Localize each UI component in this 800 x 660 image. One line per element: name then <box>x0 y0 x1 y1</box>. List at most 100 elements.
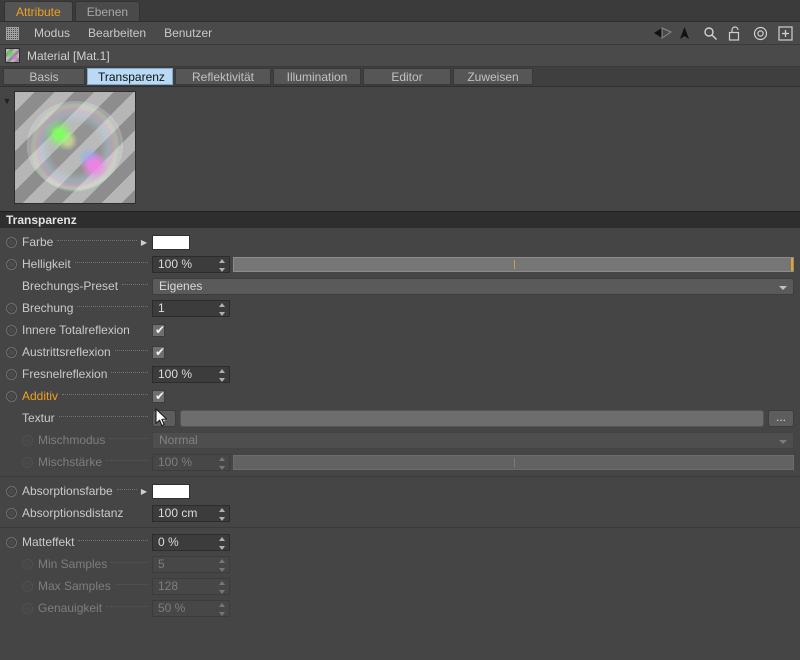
section-tab-row: Basis Transparenz Reflektivität Illumina… <box>0 67 800 87</box>
animation-track-icon[interactable] <box>6 507 17 519</box>
section-divider <box>0 476 800 477</box>
texture-menu-button[interactable] <box>152 409 176 427</box>
input-max-samples[interactable]: 128 <box>152 577 230 595</box>
input-fresnelreflexion[interactable]: 100 % <box>152 365 230 383</box>
target-icon[interactable] <box>753 26 769 42</box>
expand-arrow-icon[interactable]: ▶ <box>141 487 147 496</box>
dropdown-mischmodus[interactable]: Normal <box>152 431 794 449</box>
color-swatch-absorptionsfarbe[interactable] <box>152 483 190 499</box>
input-matteffekt[interactable]: 0 % <box>152 533 230 551</box>
stepper-absorptionsdistanz[interactable] <box>218 507 225 521</box>
input-mischstaerke[interactable]: 100 % <box>152 453 230 471</box>
menu-icon-group <box>653 22 794 45</box>
tab-reflektivitaet[interactable]: Reflektivität <box>175 68 271 85</box>
stepper-helligkeit[interactable] <box>218 258 225 272</box>
label-helligkeit: Helligkeit <box>22 257 71 271</box>
label-cell-genauigkeit: Genauigkeit <box>6 601 152 615</box>
input-genauigkeit[interactable]: 50 % <box>152 599 230 617</box>
animation-track-icon[interactable] <box>6 390 17 402</box>
value-genauigkeit: 50 % <box>158 601 186 615</box>
stepper-mischstaerke[interactable] <box>218 456 225 470</box>
label-cell-mischmodus: Mischmodus <box>6 433 152 447</box>
row-min-samples: Min Samples 5 <box>0 553 800 575</box>
tab-basis[interactable]: Basis <box>3 68 85 85</box>
animation-track-icon[interactable] <box>6 346 17 358</box>
label-additiv: Additiv <box>22 389 59 403</box>
slider-tick <box>513 457 515 467</box>
slider-mischstaerke[interactable] <box>233 454 794 470</box>
input-brechung[interactable]: 1 <box>152 299 230 317</box>
tab-editor[interactable]: Editor <box>363 68 451 85</box>
value-helligkeit: 100 % <box>158 257 193 271</box>
menu-item-bearbeiten[interactable]: Bearbeiten <box>79 22 155 45</box>
row-absorptionsdistanz: Absorptionsdistanz 100 cm <box>0 502 800 524</box>
checkbox-austrittsreflexion[interactable]: ✔ <box>152 345 165 359</box>
menu-item-modus[interactable]: Modus <box>25 22 79 45</box>
search-icon[interactable] <box>703 26 719 42</box>
dot-leader <box>122 284 148 285</box>
color-swatch-farbe[interactable] <box>152 234 190 250</box>
row-helligkeit: Helligkeit 100 % <box>0 253 800 275</box>
tab-zuweisen[interactable]: Zuweisen <box>453 68 533 85</box>
plus-box-icon[interactable] <box>778 25 794 42</box>
input-absorptionsdistanz[interactable]: 100 cm <box>152 504 230 522</box>
dot-leader <box>114 584 148 585</box>
stepper-brechung[interactable] <box>218 302 225 316</box>
label-min-samples: Min Samples <box>38 557 108 571</box>
animation-track-icon[interactable] <box>22 580 33 592</box>
animation-track-icon[interactable] <box>22 558 33 570</box>
triangle-down-icon[interactable]: ▼ <box>0 91 14 108</box>
stepper-fresnelreflexion[interactable] <box>218 368 225 382</box>
label-cell-min-samples: Min Samples <box>6 557 152 571</box>
label-absorptionsdistanz: Absorptionsdistanz <box>22 506 124 520</box>
stepper-max-samples[interactable] <box>218 580 225 594</box>
animation-track-icon[interactable] <box>6 258 17 270</box>
label-farbe: Farbe <box>22 235 54 249</box>
tab-transparenz[interactable]: Transparenz <box>87 68 173 85</box>
animation-track-icon[interactable] <box>6 368 17 380</box>
stepper-matteffekt[interactable] <box>218 536 225 550</box>
label-absorptionsfarbe: Absorptionsfarbe <box>22 484 113 498</box>
label-cell-fresnelreflexion: Fresnelreflexion <box>6 367 152 381</box>
value-mischstaerke: 100 % <box>158 455 193 469</box>
input-min-samples[interactable]: 5 <box>152 555 230 573</box>
animation-track-icon[interactable] <box>6 302 17 314</box>
object-title-bar: Material [Mat.1] <box>0 45 800 67</box>
lock-open-icon[interactable] <box>728 25 744 42</box>
stepper-min-samples[interactable] <box>218 558 225 572</box>
label-cell-brechungs-preset: Brechungs-Preset <box>6 279 152 293</box>
animation-track-icon[interactable] <box>6 485 17 497</box>
animation-track-icon[interactable] <box>6 536 17 548</box>
expand-arrow-icon[interactable]: ▶ <box>141 238 147 247</box>
label-cell-additiv: Additiv <box>6 389 152 403</box>
tab-illumination[interactable]: Illumination <box>273 68 361 85</box>
slider-handle[interactable] <box>791 257 793 271</box>
input-helligkeit[interactable]: 100 % <box>152 255 230 273</box>
animation-track-icon[interactable] <box>6 236 17 248</box>
grip-dots-icon[interactable] <box>6 26 19 40</box>
dot-leader <box>114 350 148 351</box>
value-matteffekt: 0 % <box>158 535 179 549</box>
animation-track-icon[interactable] <box>22 602 33 614</box>
chevron-down-icon <box>779 439 787 444</box>
material-preview[interactable] <box>14 91 136 204</box>
tab-ebenen[interactable]: Ebenen <box>74 1 141 21</box>
tab-attribute[interactable]: Attribute <box>4 1 73 21</box>
dot-leader <box>74 262 148 263</box>
checkbox-additiv[interactable]: ✔ <box>152 389 165 403</box>
input-textur-path[interactable] <box>180 409 764 427</box>
up-arrow-icon[interactable] <box>678 26 694 42</box>
animation-track-icon[interactable] <box>22 434 33 446</box>
row-brechungs-preset: Brechungs-Preset Eigenes <box>0 275 800 297</box>
back-arrow-icon[interactable] <box>653 26 673 42</box>
dropdown-brechungs-preset[interactable]: Eigenes <box>152 277 794 295</box>
browse-texture-button[interactable]: ... <box>768 409 794 427</box>
animation-track-icon[interactable] <box>6 324 17 336</box>
menu-item-benutzer[interactable]: Benutzer <box>155 22 221 45</box>
checkbox-innere-totalreflexion[interactable]: ✔ <box>152 323 165 337</box>
slider-helligkeit[interactable] <box>233 256 794 272</box>
animation-track-icon[interactable] <box>22 456 33 468</box>
stepper-genauigkeit[interactable] <box>218 602 225 616</box>
window-tabstrip: Attribute Ebenen <box>0 0 800 22</box>
label-mischmodus: Mischmodus <box>38 433 106 447</box>
